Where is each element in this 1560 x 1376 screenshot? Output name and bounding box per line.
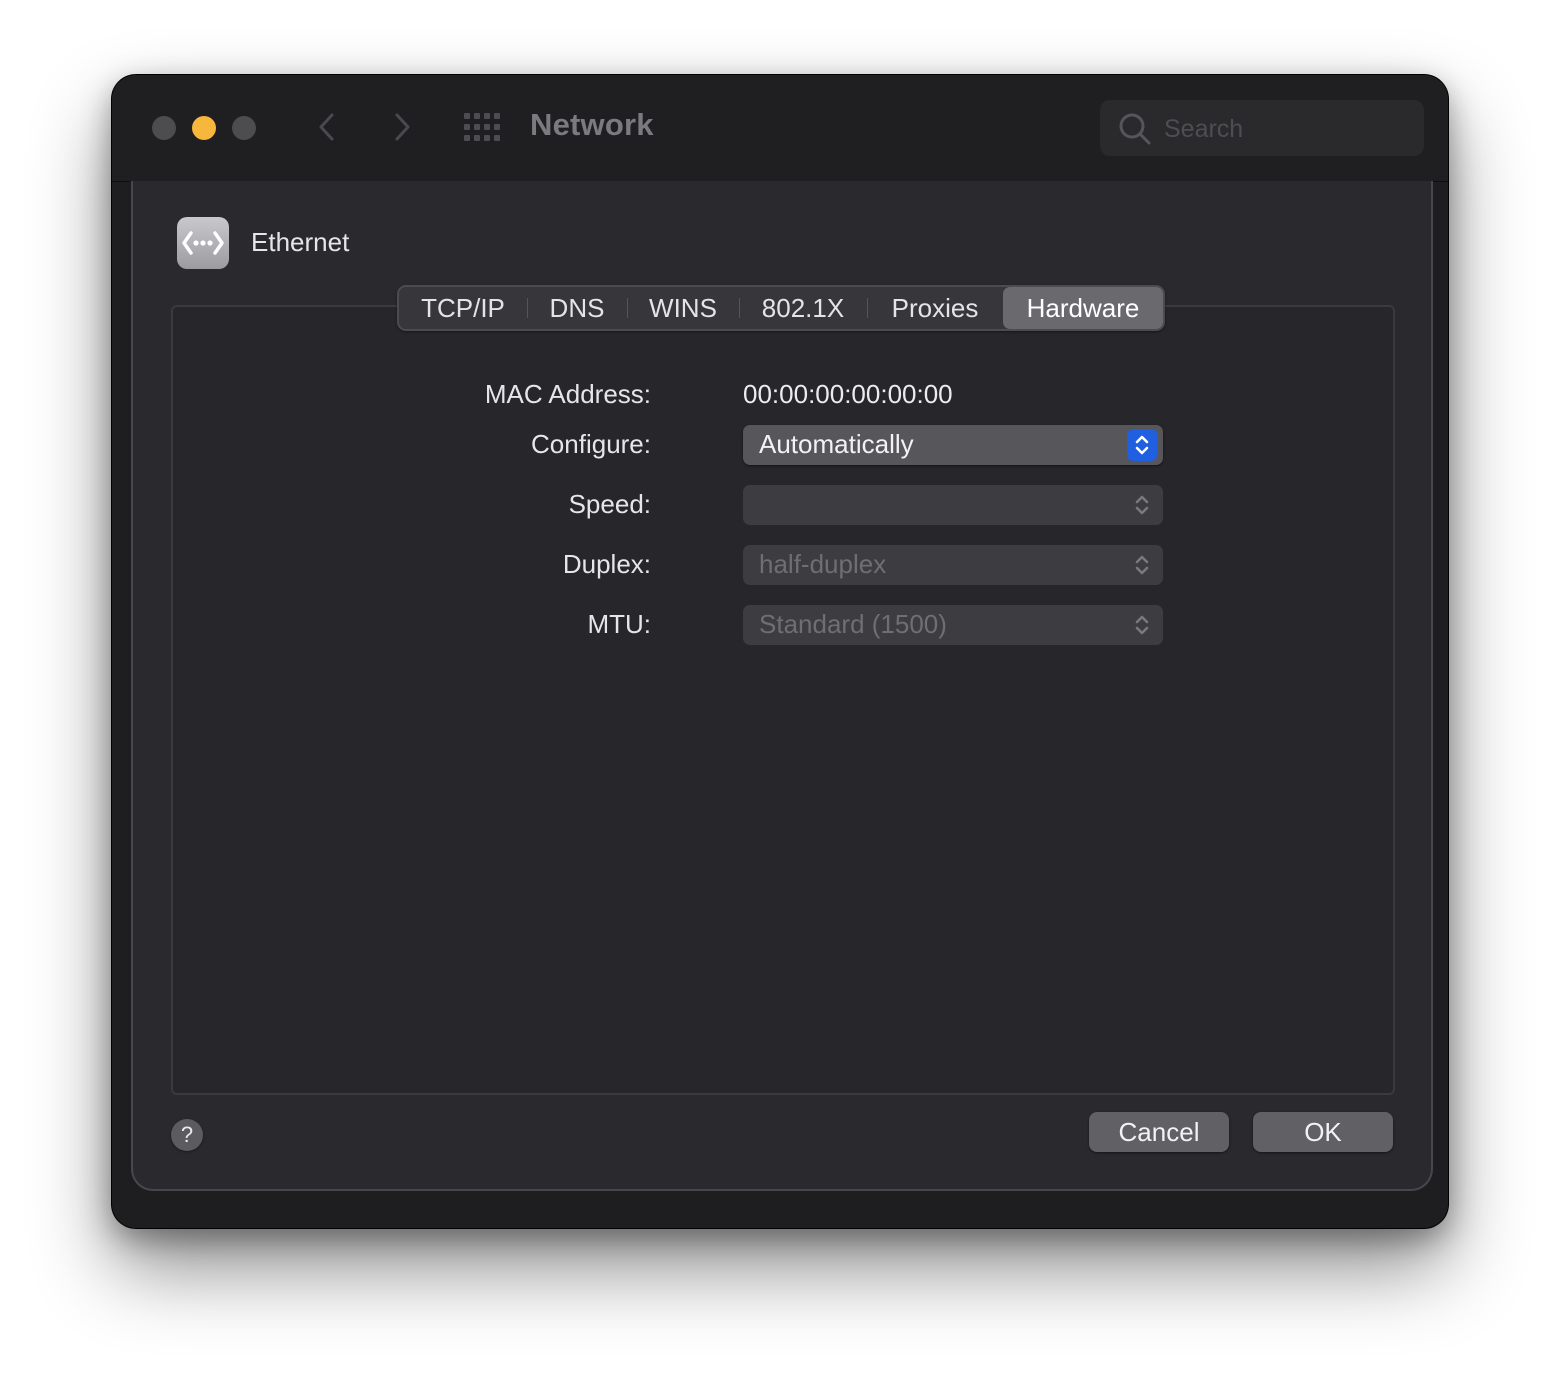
hardware-settings-panel: MAC Address: 00:00:00:00:00:00 Configure… — [171, 305, 1395, 1095]
speed-label: Speed: — [568, 489, 651, 519]
mtu-popup: Standard (1500) — [743, 605, 1163, 645]
duplex-popup: half-duplex — [743, 545, 1163, 585]
mac-address-value: 00:00:00:00:00:00 — [743, 379, 953, 409]
search-icon — [1118, 112, 1152, 146]
tab-wins[interactable]: WINS — [627, 287, 739, 329]
titlebar: Network — [112, 75, 1448, 182]
close-window-button[interactable] — [152, 116, 176, 140]
settings-tab-bar: TCP/IP DNS WINS 802.1X Proxies Hardware — [397, 285, 1165, 331]
configure-label: Configure: — [531, 429, 651, 459]
duplex-value: half-duplex — [759, 549, 887, 579]
window-title: Network — [530, 107, 654, 142]
chevron-up-down-icon — [1127, 429, 1157, 461]
show-all-grid-icon[interactable] — [464, 113, 502, 143]
tab-dns[interactable]: DNS — [527, 287, 627, 329]
interface-name: Ethernet — [251, 227, 350, 257]
forward-arrow-icon[interactable] — [384, 109, 420, 145]
zoom-window-button[interactable] — [232, 116, 256, 140]
search-field[interactable] — [1100, 100, 1424, 156]
cancel-button[interactable]: Cancel — [1089, 1112, 1229, 1152]
mtu-value: Standard (1500) — [759, 609, 947, 639]
chevron-up-down-icon — [1127, 609, 1157, 641]
help-button[interactable]: ? — [171, 1119, 203, 1151]
network-preferences-window: Network Ethernet MAC Address: 00:00:00:0… — [112, 75, 1448, 1228]
advanced-settings-sheet: Ethernet MAC Address: 00:00:00:00:00:00 … — [131, 181, 1433, 1191]
tab-tcp-ip[interactable]: TCP/IP — [399, 287, 527, 329]
minimize-window-button[interactable] — [192, 116, 216, 140]
configure-value: Automatically — [759, 429, 914, 459]
configure-popup[interactable]: Automatically — [743, 425, 1163, 465]
duplex-label: Duplex: — [562, 549, 651, 579]
tab-802-1x[interactable]: 802.1X — [739, 287, 867, 329]
ok-button[interactable]: OK — [1253, 1112, 1393, 1152]
search-input[interactable] — [1162, 110, 1406, 148]
ethernet-icon — [177, 217, 229, 269]
mtu-label: MTU: — [587, 609, 651, 639]
speed-popup — [743, 485, 1163, 525]
back-arrow-icon[interactable] — [310, 109, 346, 145]
chevron-up-down-icon — [1127, 489, 1157, 521]
mac-address-label: MAC Address: — [484, 379, 651, 409]
tab-hardware[interactable]: Hardware — [1003, 287, 1163, 329]
tab-proxies[interactable]: Proxies — [867, 287, 1003, 329]
chevron-up-down-icon — [1127, 549, 1157, 581]
